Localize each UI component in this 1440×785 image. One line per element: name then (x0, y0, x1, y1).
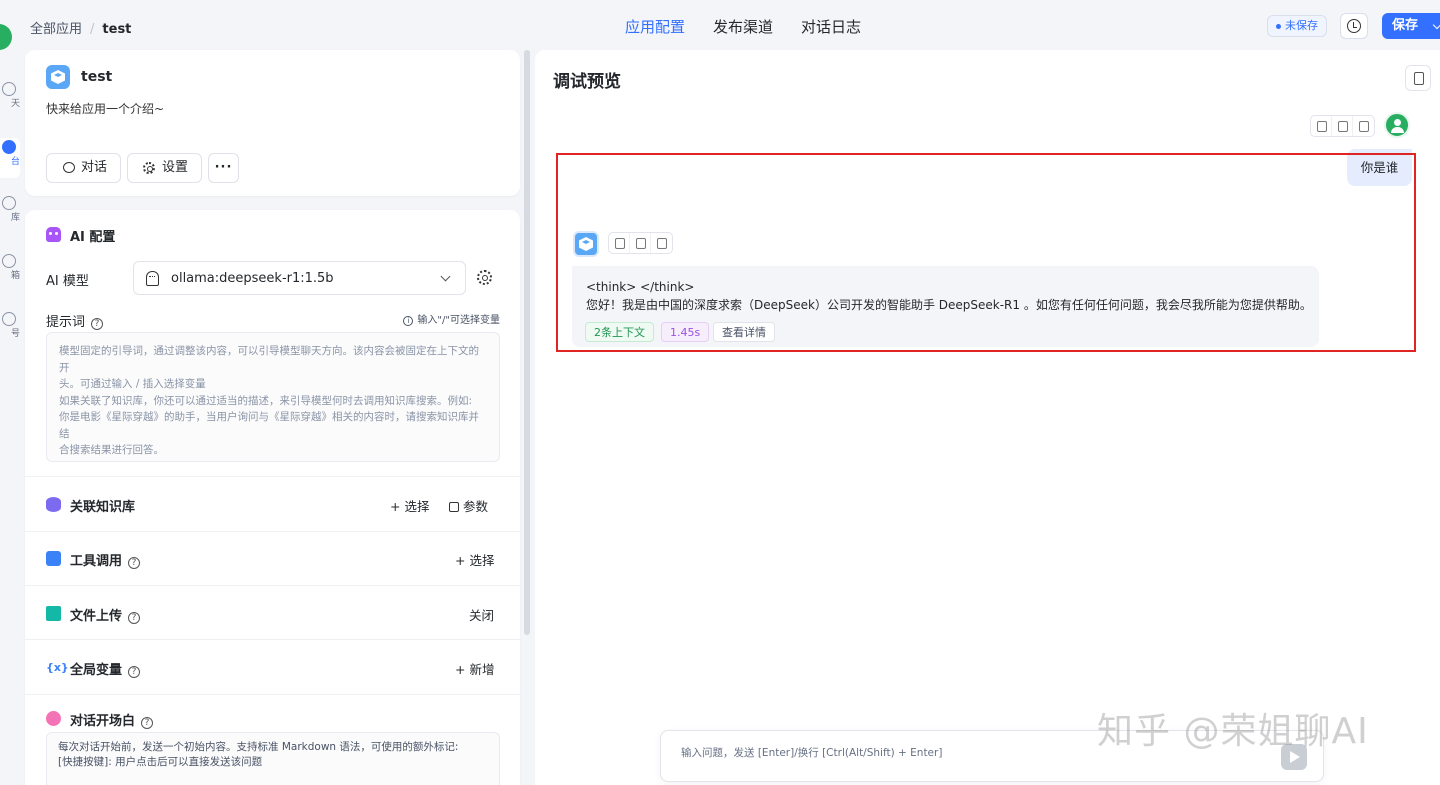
bot-msg-toolbar (608, 232, 673, 254)
chevron-down-icon (440, 271, 451, 282)
model-value: ollama:deepseek-r1:1.5b (171, 271, 334, 286)
opening-textarea[interactable]: 每次对话开始前，发送一个初始内容。支持标准 Markdown 语法，可使用的额外… (46, 732, 500, 785)
app-name: test (81, 69, 113, 85)
help-icon[interactable]: ? (91, 318, 104, 330)
edit-icon[interactable] (651, 233, 672, 253)
breadcrumb: 全部应用 / test (30, 22, 132, 37)
breadcrumb-root[interactable]: 全部应用 (30, 22, 82, 37)
chat-bubble-icon (63, 162, 75, 173)
file-icon (46, 606, 61, 621)
clock-icon (1347, 19, 1361, 33)
tab-chat-logs[interactable]: 对话日志 (801, 16, 861, 37)
bot-avatar (573, 231, 599, 257)
global-vars-title: {x} 全局变量? (46, 659, 141, 678)
speaker-icon[interactable] (630, 233, 651, 253)
toolbox-icon (2, 254, 16, 268)
user-message: 你是谁 (1347, 149, 1412, 186)
toolbox-icon (46, 551, 61, 566)
edit-icon (449, 502, 459, 512)
chat-bubble-icon (46, 711, 61, 726)
prompt-hint: i 输入"/"可选择变量 (403, 311, 500, 326)
info-icon: i (403, 316, 414, 326)
app-cube-icon (46, 65, 70, 89)
time-tag: 1.45s (661, 322, 710, 342)
delete-icon[interactable] (1353, 116, 1374, 136)
robot-icon (46, 227, 61, 242)
tab-publish[interactable]: 发布渠道 (713, 16, 773, 37)
clear-chat-icon[interactable] (1405, 65, 1431, 91)
user-avatar (1384, 112, 1410, 138)
rail-item-chat[interactable]: 天 (0, 82, 20, 109)
header: 全部应用 / test 应用配置 发布渠道 对话日志 未保存 保存 (20, 0, 1440, 50)
config-card: AI 配置 AI 模型 ollama:deepseek-r1:1.5b 提示词?… (25, 210, 520, 785)
variable-icon: {x} (46, 661, 69, 674)
prompt-textarea[interactable]: 模型固定的引导词，通过调整该内容，可以引导模型聊天方向。该内容会被固定在上下文的… (46, 332, 500, 462)
kb-select-button[interactable]: + 选择 (390, 496, 429, 515)
preview-title: 调试预览 (553, 72, 621, 92)
help-icon[interactable]: ? (128, 557, 141, 569)
copy-icon[interactable] (609, 233, 630, 253)
tool-select-button[interactable]: + 选择 (455, 550, 494, 569)
rail-item-kb[interactable]: 库 (0, 196, 20, 223)
chevron-down-icon (1432, 20, 1440, 30)
context-tag[interactable]: 2条上下文 (585, 322, 654, 342)
app-intro[interactable]: 快来给应用一个介绍~ (46, 100, 164, 117)
tabs: 应用配置 发布渠道 对话日志 (625, 16, 861, 37)
rail-item-workbench[interactable]: 台 (0, 138, 20, 178)
bot-message: <think> </think> 您好！我是由中国的深度求索（DeepSeek）… (572, 266, 1319, 347)
rail-item-account[interactable]: 号 (0, 312, 20, 339)
database-icon (46, 497, 61, 512)
unsaved-badge: 未保存 (1267, 15, 1327, 37)
database-icon (2, 196, 16, 210)
model-settings-gear-icon[interactable] (477, 270, 492, 285)
view-detail-button[interactable]: 查看详情 (713, 322, 775, 342)
settings-button[interactable]: 设置 (127, 153, 202, 183)
rail-item-toolbox[interactable]: 箱 (0, 254, 20, 281)
kb-title: 关联知识库 (46, 496, 135, 515)
account-icon (2, 312, 16, 326)
bot-message-text: <think> </think> 您好！我是由中国的深度求索（DeepSeek）… (586, 280, 1312, 312)
ollama-icon (146, 271, 159, 286)
copy-icon[interactable] (1311, 116, 1332, 136)
help-icon[interactable]: ? (128, 666, 141, 678)
chat-icon (2, 82, 16, 96)
breadcrumb-current: test (102, 22, 132, 37)
debug-preview-panel: 调试预览 你是谁 <think> </think> 您好！我是由中国的深度求索（… (535, 50, 1440, 785)
chat-button[interactable]: 对话 (46, 153, 121, 183)
help-icon[interactable]: ? (128, 612, 141, 624)
user-avatar-rail[interactable] (0, 24, 12, 50)
var-add-button[interactable]: + 新增 (455, 659, 494, 678)
gear-icon (143, 162, 155, 174)
model-label: AI 模型 (46, 274, 89, 289)
save-button[interactable]: 保存 (1382, 13, 1440, 39)
tool-title: 工具调用? (46, 550, 141, 569)
tab-app-config[interactable]: 应用配置 (625, 16, 685, 37)
history-button[interactable] (1340, 13, 1368, 39)
app-info-card: test 快来给应用一个介绍~ 对话 设置 ··· (25, 50, 520, 196)
retry-icon[interactable] (1332, 116, 1353, 136)
kb-params-button[interactable]: 参数 (449, 496, 488, 515)
workbench-icon (2, 140, 16, 154)
user-msg-toolbar (1310, 115, 1375, 137)
file-upload-title: 文件上传? (46, 605, 141, 624)
more-button[interactable]: ··· (208, 153, 239, 183)
model-select[interactable]: ollama:deepseek-r1:1.5b (133, 261, 466, 295)
ai-config-title: AI 配置 (46, 226, 115, 245)
left-rail: 天 台 库 箱 号 (0, 0, 20, 785)
prompt-label: 提示词? (46, 311, 104, 330)
help-icon[interactable]: ? (141, 717, 154, 729)
file-upload-status[interactable]: 关闭 (469, 605, 494, 624)
watermark: 知乎 @荣姐聊AI (1097, 711, 1369, 752)
opening-title: 对话开场白? (46, 710, 154, 729)
scrollbar[interactable] (524, 50, 530, 635)
